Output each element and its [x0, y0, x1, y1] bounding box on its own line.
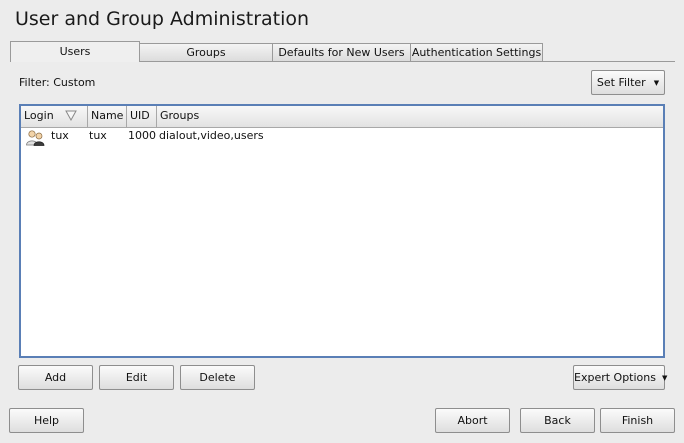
users-table[interactable]: Login Name UID Groups tux tux 1000 dialo… — [19, 104, 665, 358]
tab-authentication-settings[interactable]: Authentication Settings — [410, 43, 543, 61]
caret-down-icon: ▼ — [653, 79, 660, 87]
finish-button[interactable]: Finish — [600, 408, 675, 433]
set-filter-label: Set Filter — [596, 76, 646, 89]
cell-name: tux — [89, 129, 107, 142]
expert-options-label: Expert Options — [574, 371, 656, 384]
window-title: User and Group Administration — [15, 8, 310, 30]
edit-button[interactable]: Edit — [99, 365, 174, 390]
delete-button[interactable]: Delete — [180, 365, 255, 390]
cell-groups: dialout,video,users — [159, 129, 264, 142]
set-filter-button[interactable]: Set Filter ▼ — [591, 70, 665, 95]
filter-label: Filter: Custom — [19, 76, 96, 89]
table-header: Login Name UID Groups — [21, 106, 663, 128]
tab-groups[interactable]: Groups — [139, 43, 273, 61]
tab-defaults-for-new-users[interactable]: Defaults for New Users — [272, 43, 411, 61]
column-header-name[interactable]: Name — [88, 106, 127, 127]
caret-down-icon: ▼ — [661, 374, 668, 382]
tab-users[interactable]: Users — [10, 41, 140, 62]
cell-login: tux — [51, 129, 69, 142]
table-row[interactable]: tux tux 1000 dialout,video,users — [21, 127, 663, 146]
cell-uid: 1000 — [128, 129, 156, 142]
column-header-groups[interactable]: Groups — [157, 106, 663, 127]
column-header-uid[interactable]: UID — [127, 106, 157, 127]
abort-button[interactable]: Abort — [435, 408, 510, 433]
sort-descending-icon — [65, 110, 77, 121]
user-icon — [26, 130, 45, 146]
column-header-login[interactable]: Login — [21, 106, 88, 127]
expert-options-button[interactable]: Expert Options ▼ — [573, 365, 668, 390]
column-header-login-label: Login — [24, 109, 54, 122]
help-button[interactable]: Help — [9, 408, 84, 433]
back-button[interactable]: Back — [520, 408, 595, 433]
add-button[interactable]: Add — [18, 365, 93, 390]
